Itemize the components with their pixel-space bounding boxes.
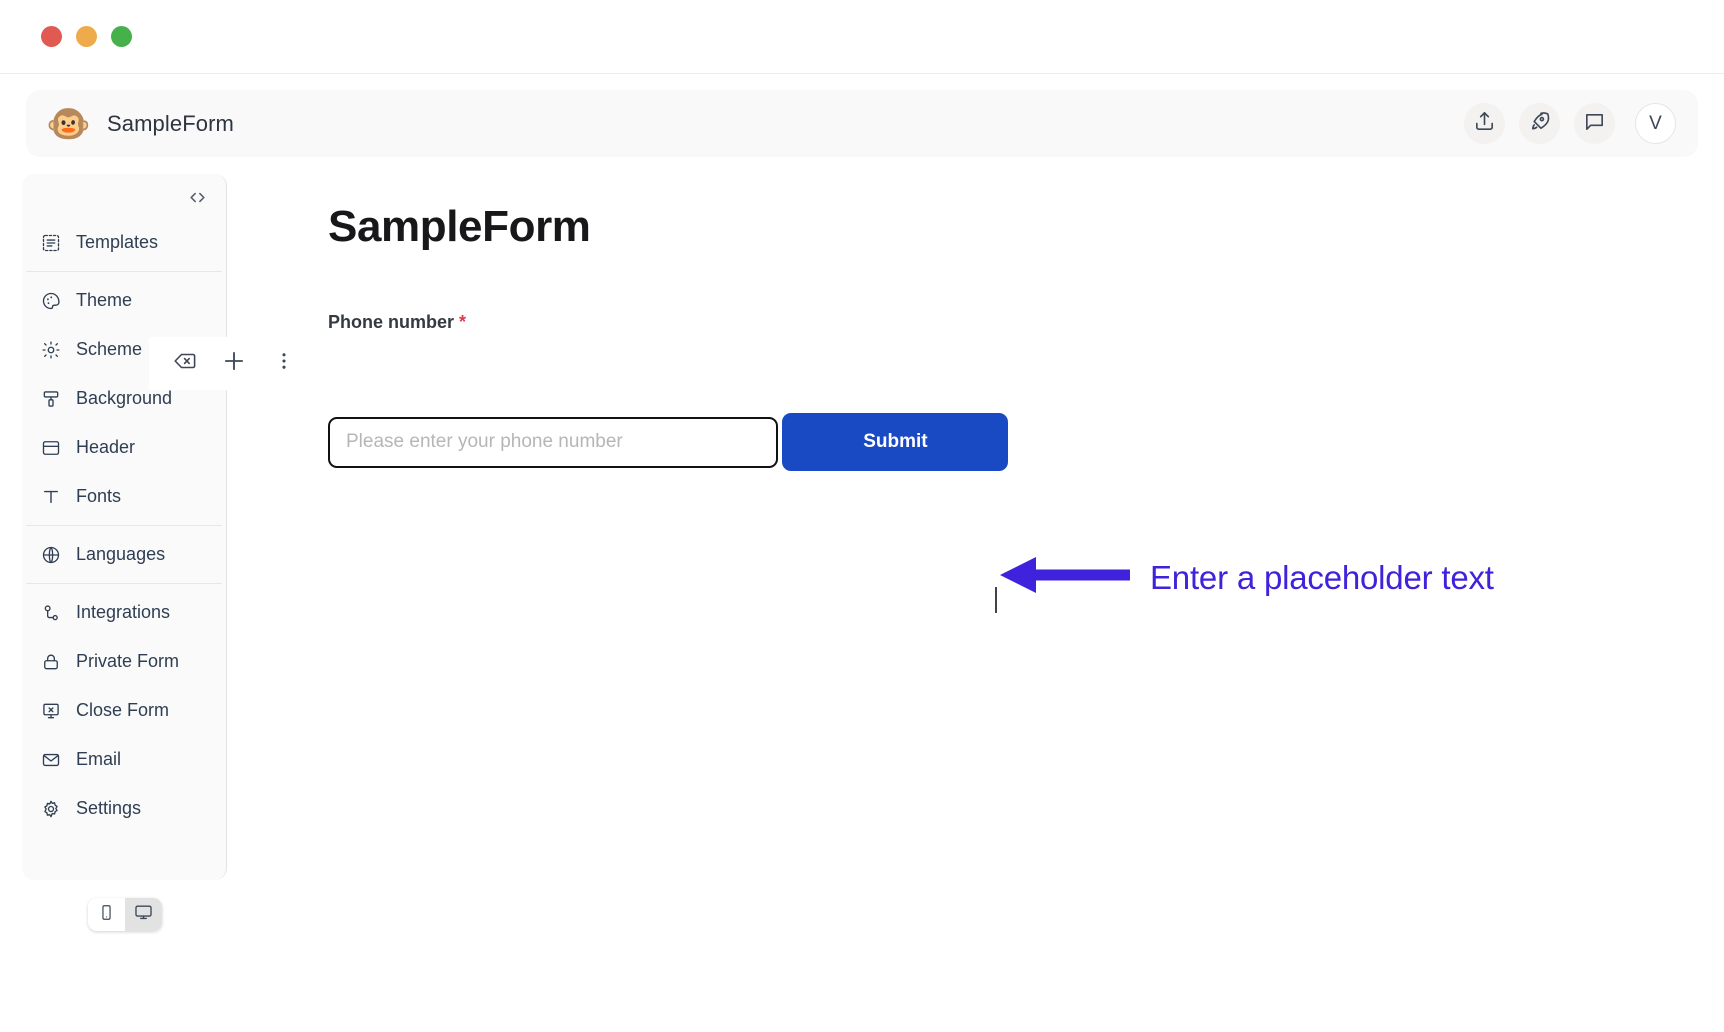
sidebar-item-label: Integrations xyxy=(76,602,171,622)
app-header: 🐵 SampleForm V xyxy=(26,90,1698,157)
sidebar-item-close-form[interactable]: Close Form xyxy=(36,686,212,735)
share-upload-icon xyxy=(1473,110,1496,138)
sidebar-item-fonts[interactable]: Fonts xyxy=(36,472,212,521)
lock-icon xyxy=(40,651,62,673)
sidebar-divider xyxy=(26,583,222,584)
text-type-icon xyxy=(40,486,62,508)
phone-number-input[interactable] xyxy=(328,416,778,468)
avatar[interactable]: V xyxy=(1635,103,1676,144)
code-view-button[interactable] xyxy=(184,188,210,212)
sidebar: Templates Theme Scheme Background Header… xyxy=(22,174,309,880)
sidebar-item-label: Private Form xyxy=(76,651,180,671)
sidebar-item-templates[interactable]: Templates xyxy=(36,218,212,267)
sidebar-divider xyxy=(26,525,222,526)
templates-icon xyxy=(40,232,62,254)
sidebar-group-2: Theme Scheme Background Header Fonts xyxy=(22,276,226,521)
publish-rocket-button[interactable] xyxy=(1519,103,1560,144)
phone-field-label: Phone number * xyxy=(328,312,1724,333)
device-toggle-desktop[interactable] xyxy=(124,898,162,931)
add-button[interactable] xyxy=(219,349,249,379)
sidebar-item-label: Fonts xyxy=(76,486,122,506)
floating-mini-toolbar xyxy=(149,337,309,390)
chat-bubble-icon xyxy=(1583,110,1606,138)
window-title-bar xyxy=(0,0,1724,74)
form-canvas: SampleForm Phone number * Submit Enter a… xyxy=(245,174,1724,1011)
phone-field-label-text: Phone number xyxy=(328,312,455,332)
sidebar-item-label: Background xyxy=(76,388,173,408)
sidebar-item-label: Theme xyxy=(76,290,133,310)
annotation-arrow-left-icon xyxy=(1000,555,1130,600)
annotation-text: Enter a placeholder text xyxy=(1150,558,1494,596)
device-toggle-mobile[interactable] xyxy=(88,898,125,931)
sidebar-item-languages[interactable]: Languages xyxy=(36,530,212,579)
comments-button[interactable] xyxy=(1574,103,1615,144)
plus-icon xyxy=(221,348,247,379)
desktop-icon xyxy=(134,903,153,927)
palette-icon xyxy=(40,290,62,312)
page-title: SampleForm xyxy=(328,202,591,251)
brand: 🐵 SampleForm xyxy=(46,102,234,144)
device-toggle-container xyxy=(22,898,227,931)
device-toggle xyxy=(87,898,162,931)
sidebar-item-integrations[interactable]: Integrations xyxy=(36,588,212,637)
sidebar-item-header[interactable]: Header xyxy=(36,423,212,472)
gear-icon xyxy=(40,798,62,820)
sidebar-item-theme[interactable]: Theme xyxy=(36,276,212,325)
integrations-icon xyxy=(40,602,62,624)
backspace-delete-icon xyxy=(172,349,196,378)
more-options-button[interactable] xyxy=(269,349,299,379)
app-header-container: 🐵 SampleForm V xyxy=(0,74,1724,157)
paint-roller-icon xyxy=(40,388,62,410)
sidebar-item-label: Scheme xyxy=(76,339,143,359)
body-split: Templates Theme Scheme Background Header… xyxy=(0,157,1724,1011)
share-upload-button[interactable] xyxy=(1464,103,1505,144)
sidebar-group-3: Languages xyxy=(22,530,226,579)
window-close-button[interactable] xyxy=(41,26,62,47)
text-caret xyxy=(995,587,997,613)
required-asterisk: * xyxy=(459,312,467,332)
sidebar-item-label: Header xyxy=(76,437,136,457)
mobile-icon xyxy=(98,904,115,926)
window-maximize-button[interactable] xyxy=(111,26,132,47)
more-vertical-icon xyxy=(273,350,295,377)
envelope-icon xyxy=(40,749,62,771)
sidebar-divider xyxy=(26,271,222,272)
sidebar-item-label: Templates xyxy=(76,232,159,252)
header-layout-icon xyxy=(40,437,62,459)
close-form-icon xyxy=(40,700,62,722)
sidebar-group-4: Integrations Private Form Close Form Ema… xyxy=(22,588,226,833)
code-brackets-icon xyxy=(188,188,207,212)
delete-button[interactable] xyxy=(169,349,199,379)
sidebar-top xyxy=(22,174,226,218)
sidebar-item-email[interactable]: Email xyxy=(36,735,212,784)
sidebar-item-label: Email xyxy=(76,749,122,769)
submit-button[interactable]: Submit xyxy=(782,413,1009,471)
brightness-icon xyxy=(40,339,62,361)
sidebar-item-label: Close Form xyxy=(76,700,170,720)
header-actions: V xyxy=(1464,103,1676,144)
sidebar-item-private-form[interactable]: Private Form xyxy=(36,637,212,686)
sidebar-column: Templates Theme Scheme Background Header… xyxy=(0,174,309,1011)
window-minimize-button[interactable] xyxy=(76,26,97,47)
sidebar-item-label: Settings xyxy=(76,798,142,818)
rocket-icon xyxy=(1528,110,1551,138)
globe-icon xyxy=(40,544,62,566)
app-title: SampleForm xyxy=(107,110,234,136)
sidebar-item-label: Languages xyxy=(76,544,166,564)
annotation-callout: Enter a placeholder text xyxy=(1000,555,1494,600)
monkey-face-icon: 🐵 xyxy=(46,102,91,144)
sidebar-item-settings[interactable]: Settings xyxy=(36,784,212,833)
sidebar-group-1: Templates xyxy=(22,218,226,267)
